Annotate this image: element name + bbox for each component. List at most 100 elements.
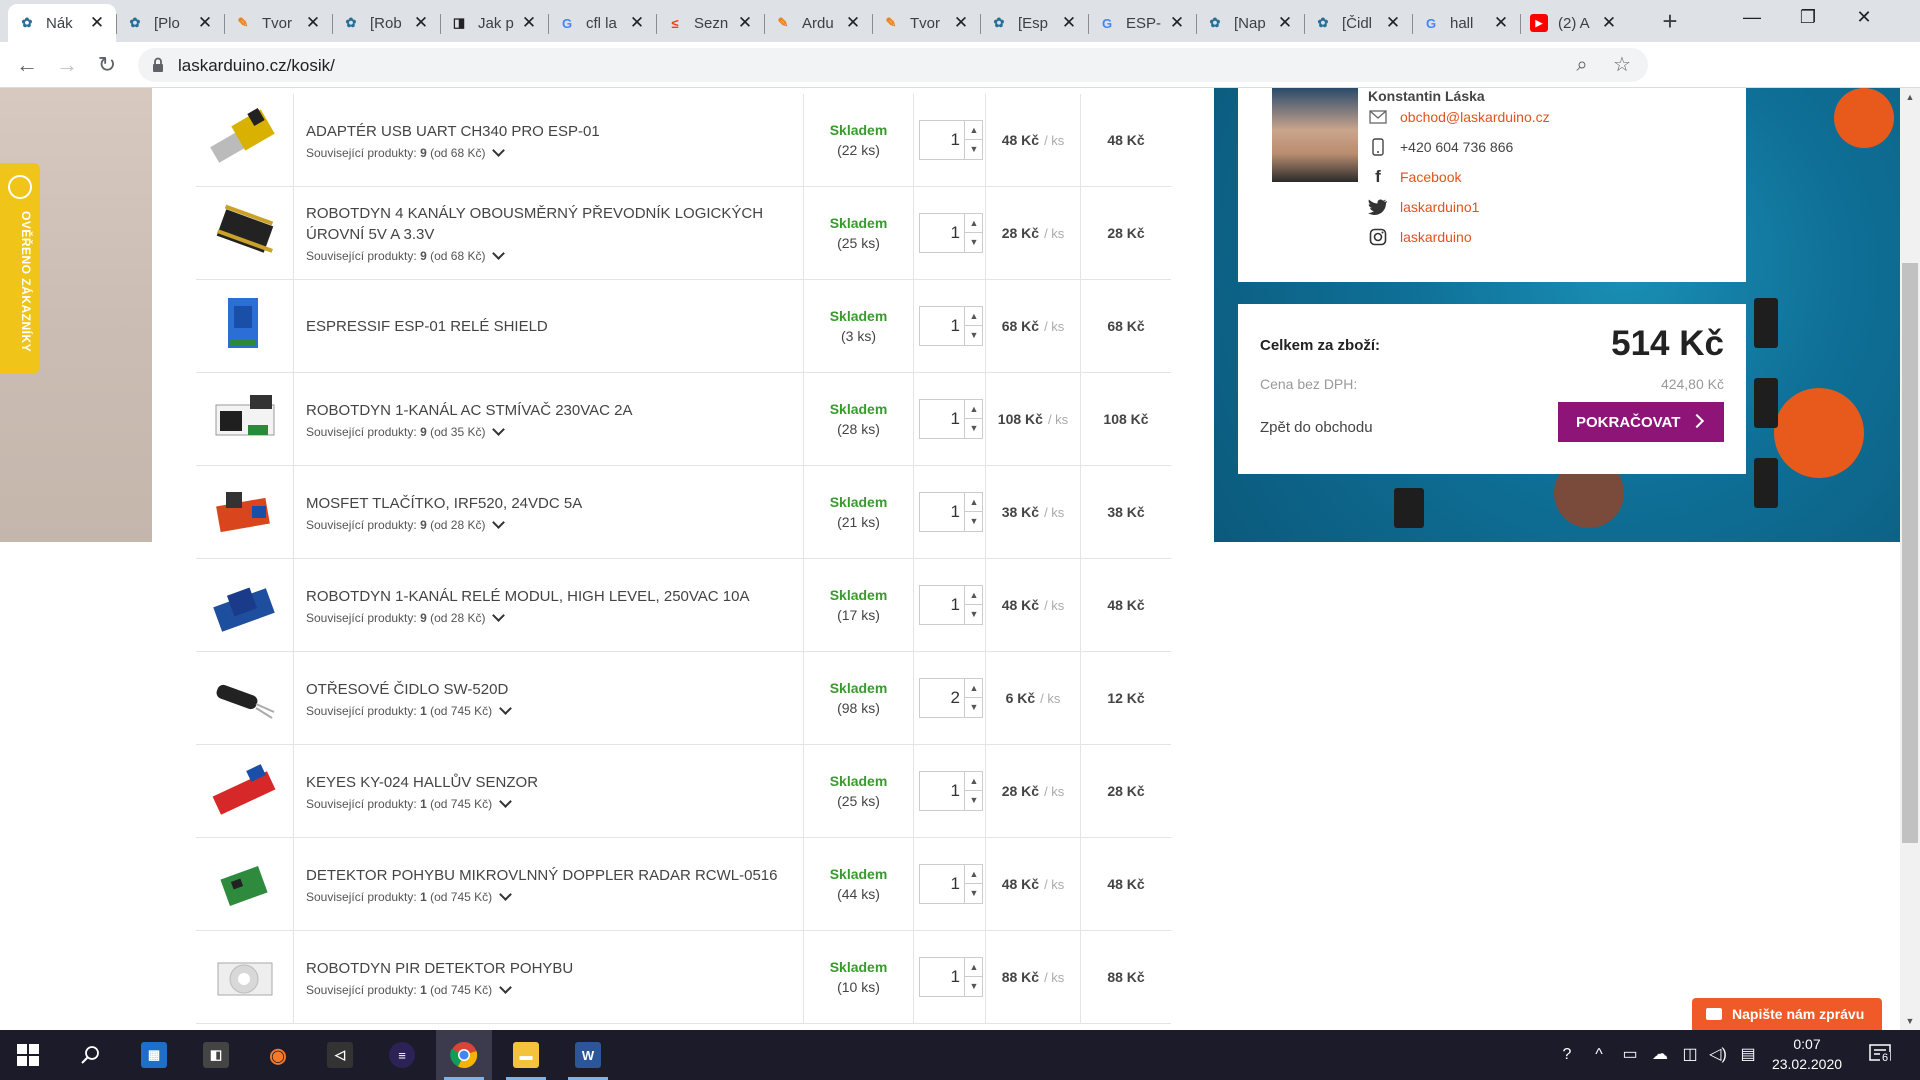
- chevron-down-icon[interactable]: [492, 422, 506, 436]
- chevron-down-icon[interactable]: [492, 247, 506, 260]
- product-image[interactable]: [196, 652, 294, 744]
- product-image[interactable]: [196, 373, 294, 465]
- browser-tab[interactable]: ✎ Tvor ✕: [872, 4, 980, 42]
- quantity-input[interactable]: 1: [920, 400, 964, 438]
- address-bar[interactable]: laskarduino.cz/kosik/ ⌕ ☆: [138, 48, 1648, 82]
- start-button[interactable]: [0, 1030, 56, 1080]
- decrement-arrow-icon[interactable]: ▼: [964, 977, 983, 996]
- decrement-arrow-icon[interactable]: ▼: [964, 791, 983, 810]
- tab-close-icon[interactable]: ✕: [628, 14, 646, 32]
- product-image[interactable]: [196, 94, 294, 186]
- tab-close-icon[interactable]: ✕: [412, 14, 430, 32]
- continue-button[interactable]: POKRAČOVAT: [1558, 402, 1724, 442]
- weather-icon[interactable]: ☁: [1648, 1044, 1672, 1066]
- eclipse-icon[interactable]: ≡: [374, 1030, 430, 1080]
- chevron-up-icon[interactable]: ^: [1590, 1044, 1608, 1066]
- scroll-up-arrow-icon[interactable]: ▲: [1900, 88, 1920, 106]
- page-scrollbar[interactable]: ▲ ▼: [1900, 88, 1920, 1030]
- chrome-icon[interactable]: [436, 1030, 492, 1080]
- related-products[interactable]: Související produkty: 9 (od 68 Kč): [306, 247, 803, 263]
- tab-close-icon[interactable]: ✕: [736, 14, 754, 32]
- quantity-stepper[interactable]: 1 ▲ ▼: [919, 213, 983, 253]
- word-icon[interactable]: W: [560, 1030, 616, 1080]
- decrement-arrow-icon[interactable]: ▼: [964, 698, 983, 717]
- increment-arrow-icon[interactable]: ▲: [964, 214, 983, 233]
- product-image[interactable]: [196, 931, 294, 1023]
- tab-close-icon[interactable]: ✕: [1492, 14, 1510, 32]
- browser-tab[interactable]: ▶ (2) A ✕: [1520, 4, 1628, 42]
- chat-widget-button[interactable]: Napište nám zprávu: [1692, 998, 1882, 1030]
- product-name-link[interactable]: ROBOTDYN 4 KANÁLY OBOUSMĚRNÝ PŘEVODNÍK L…: [306, 203, 803, 245]
- decrement-arrow-icon[interactable]: ▼: [964, 140, 983, 159]
- browser-tab[interactable]: ✿ [Nap ✕: [1196, 4, 1304, 42]
- quantity-stepper[interactable]: 1 ▲ ▼: [919, 585, 983, 625]
- product-name-link[interactable]: OTŘESOVÉ ČIDLO SW-520D: [306, 679, 803, 700]
- tab-close-icon[interactable]: ✕: [1276, 14, 1294, 32]
- quantity-input[interactable]: 1: [920, 121, 964, 159]
- product-image[interactable]: [196, 466, 294, 558]
- tab-close-icon[interactable]: ✕: [304, 14, 322, 32]
- decrement-arrow-icon[interactable]: ▼: [964, 605, 983, 624]
- tab-close-icon[interactable]: ✕: [1384, 14, 1402, 32]
- quantity-input[interactable]: 1: [920, 958, 964, 996]
- scroll-thumb[interactable]: [1902, 263, 1918, 843]
- search-icon[interactable]: [62, 1030, 118, 1080]
- browser-tab[interactable]: ✎ Ardu ✕: [764, 4, 872, 42]
- quantity-input[interactable]: 2: [920, 679, 964, 717]
- quantity-input[interactable]: 1: [920, 772, 964, 810]
- related-products[interactable]: Související produkty: 1 (od 745 Kč): [306, 701, 803, 718]
- product-image[interactable]: [196, 187, 294, 279]
- notification-center-icon[interactable]: 6: [1868, 1042, 1894, 1068]
- tab-close-icon[interactable]: ✕: [1060, 14, 1078, 32]
- maximize-button[interactable]: ❐: [1780, 0, 1836, 34]
- product-image[interactable]: [196, 745, 294, 837]
- volume-icon[interactable]: ◁): [1706, 1044, 1730, 1066]
- tab-close-icon[interactable]: ✕: [844, 14, 862, 32]
- tab-close-icon[interactable]: ✕: [1600, 14, 1618, 32]
- increment-arrow-icon[interactable]: ▲: [964, 493, 983, 512]
- chevron-down-icon[interactable]: [492, 608, 506, 622]
- contact-email-link[interactable]: obchod@laskarduino.cz: [1400, 109, 1550, 125]
- tab-close-icon[interactable]: ✕: [952, 14, 970, 32]
- product-name-link[interactable]: ROBOTDYN 1-KANÁL AC STMÍVAČ 230VAC 2A: [306, 400, 803, 421]
- quantity-input[interactable]: 1: [920, 586, 964, 624]
- forward-arrow-icon[interactable]: →: [50, 48, 84, 82]
- browser-tab[interactable]: ✿ [Rob ✕: [332, 4, 440, 42]
- product-name-link[interactable]: ADAPTÉR USB UART CH340 PRO ESP-01: [306, 121, 803, 142]
- increment-arrow-icon[interactable]: ▲: [964, 772, 983, 791]
- tab-close-icon[interactable]: ✕: [1168, 14, 1186, 32]
- product-image[interactable]: [196, 280, 294, 372]
- browser-tab[interactable]: ✿ [Čidl ✕: [1304, 4, 1412, 42]
- app-icon[interactable]: ◧: [188, 1030, 244, 1080]
- task-view-icon[interactable]: ▦: [126, 1030, 182, 1080]
- decrement-arrow-icon[interactable]: ▼: [964, 419, 983, 438]
- new-tab-button[interactable]: +: [1656, 8, 1684, 36]
- quantity-stepper[interactable]: 1 ▲ ▼: [919, 399, 983, 439]
- scroll-down-arrow-icon[interactable]: ▼: [1900, 1012, 1920, 1030]
- browser-tab[interactable]: ✿ [Esp ✕: [980, 4, 1088, 42]
- decrement-arrow-icon[interactable]: ▼: [964, 233, 983, 252]
- back-arrow-icon[interactable]: ←: [10, 48, 44, 82]
- quantity-stepper[interactable]: 1 ▲ ▼: [919, 957, 983, 997]
- product-name-link[interactable]: DETEKTOR POHYBU MIKROVLNNÝ DOPPLER RADAR…: [306, 865, 803, 886]
- close-window-button[interactable]: ✕: [1836, 0, 1892, 34]
- chevron-down-icon[interactable]: [499, 980, 513, 994]
- product-name-link[interactable]: ESPRESSIF ESP-01 RELÉ SHIELD: [306, 316, 803, 337]
- product-image[interactable]: [196, 838, 294, 930]
- increment-arrow-icon[interactable]: ▲: [964, 958, 983, 977]
- browser-tab[interactable]: ≤ Sezn ✕: [656, 4, 764, 42]
- chevron-down-icon[interactable]: [492, 143, 506, 157]
- quantity-stepper[interactable]: 2 ▲ ▼: [919, 678, 983, 718]
- zoom-icon[interactable]: ⌕: [1570, 53, 1594, 77]
- network-icon[interactable]: ◫: [1678, 1044, 1702, 1066]
- taskbar-clock[interactable]: 0:07 23.02.2020: [1770, 1034, 1844, 1076]
- quantity-input[interactable]: 1: [920, 307, 964, 345]
- minimize-button[interactable]: —: [1724, 0, 1780, 34]
- quantity-stepper[interactable]: 1 ▲ ▼: [919, 771, 983, 811]
- decrement-arrow-icon[interactable]: ▼: [964, 512, 983, 531]
- related-products[interactable]: Související produkty: 1 (od 745 Kč): [306, 980, 803, 997]
- quantity-stepper[interactable]: 1 ▲ ▼: [919, 492, 983, 532]
- contact-twitter-link[interactable]: laskarduino1: [1400, 199, 1479, 215]
- bookmark-star-icon[interactable]: ☆: [1610, 53, 1634, 77]
- product-name-link[interactable]: MOSFET TLAČÍTKO, IRF520, 24VDC 5A: [306, 493, 803, 514]
